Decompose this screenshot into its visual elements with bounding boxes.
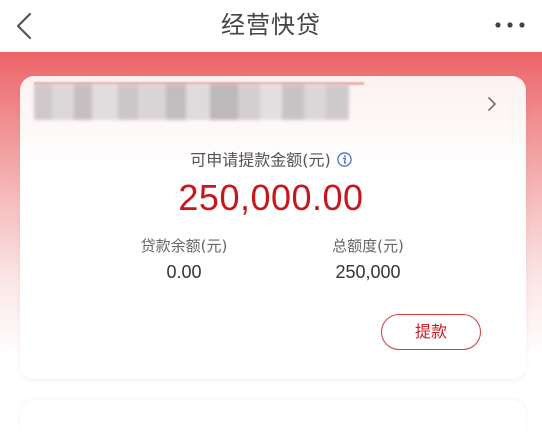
available-amount-label-row: 可申请提款金额(元) — [0, 147, 542, 173]
page-title: 经营快贷 — [221, 11, 321, 39]
info-icon[interactable] — [337, 152, 352, 167]
total-credit-label: 总额度(元) — [332, 237, 404, 255]
account-header-row[interactable] — [20, 76, 526, 132]
card-chevron — [484, 93, 500, 115]
available-amount-value: 250,000.00 — [178, 177, 364, 218]
more-options-button[interactable] — [490, 8, 530, 42]
chevron-right-icon — [488, 97, 496, 111]
available-amount-label: 可申请提款金额(元) — [190, 150, 331, 170]
withdraw-button[interactable]: 提款 — [381, 314, 481, 350]
total-credit-value: 250,000 — [335, 262, 401, 282]
account-name-redacted — [34, 84, 349, 120]
loan-balance-stat: 贷款余额(元) 0.00 — [94, 234, 274, 286]
top-navigation-bar: 经营快贷 — [0, 0, 542, 52]
total-credit-stat: 总额度(元) 250,000 — [278, 234, 458, 286]
loan-balance-label: 贷款余额(元) — [140, 237, 228, 255]
next-card-edge — [20, 400, 526, 440]
more-horizontal-icon — [495, 22, 525, 28]
loan-balance-value: 0.00 — [166, 262, 202, 282]
